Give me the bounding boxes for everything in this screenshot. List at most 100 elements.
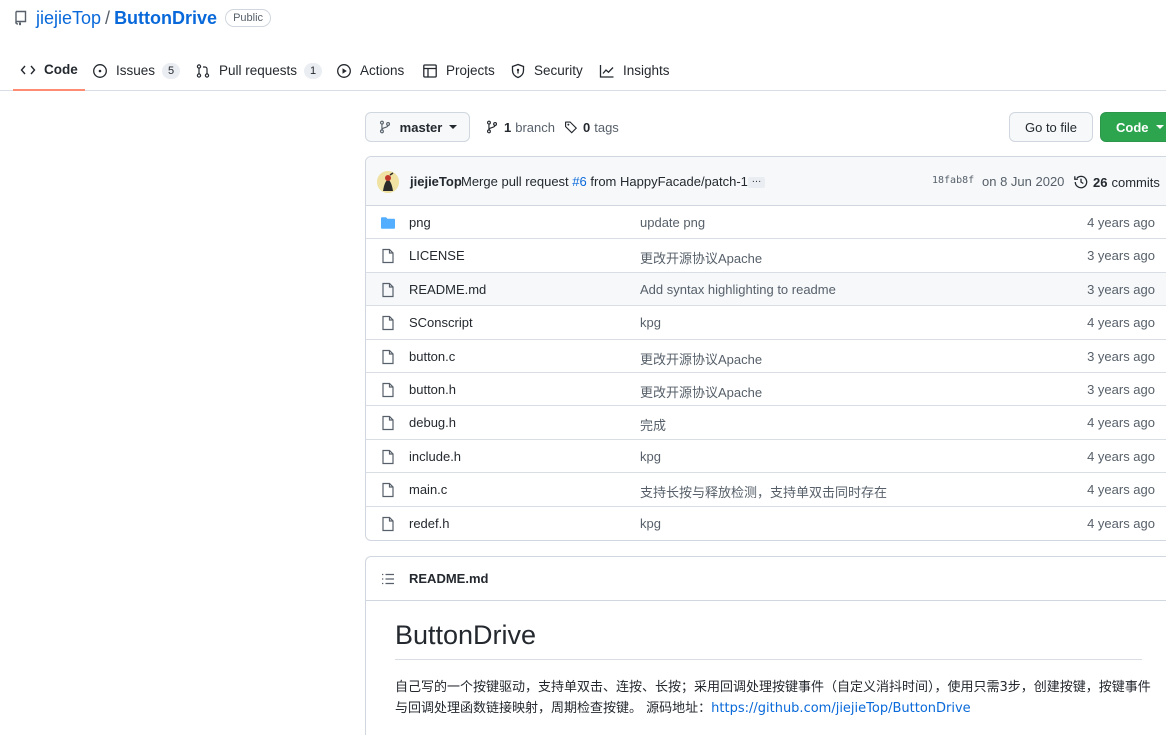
file-icon [382,416,394,431]
repo-nav-tabs: Code Issues 5 Pull requests 1 Actions Pr… [0,50,1166,91]
readme-panel: README.md ButtonDrive 自己写的一个按键驱动，支持单双击、连… [365,556,1166,735]
file-name-link[interactable]: redef.h [409,516,449,531]
tags-link[interactable]: 0 tags [564,118,619,136]
code-button-label: Code [1116,119,1149,135]
file-commit-message[interactable]: kpg [640,449,661,464]
tab-pull-requests[interactable]: Pull requests 1 [195,50,323,91]
avatar[interactable] [377,171,399,193]
file-commit-message[interactable]: 更改开源协议Apache [640,382,762,401]
tab-projects-label: Projects [446,63,495,78]
tab-security[interactable]: Security [510,50,583,91]
file-name-link[interactable]: main.c [409,482,447,497]
file-age: 4 years ago [1087,515,1155,531]
branch-count: 1 [504,119,512,135]
file-row-main-c[interactable]: main.c 支持长按与释放检测，支持单双击同时存在 4 years ago [366,473,1166,507]
latest-commit-bar: jiejieTop Merge pull request #6 from Hap… [366,157,1166,206]
code-download-button[interactable]: Code [1100,112,1166,142]
file-row-debug-h[interactable]: debug.h 完成 4 years ago [366,406,1166,440]
repo-header: jiejieTop / ButtonDrive Public [13,7,272,29]
tag-count: 0 [583,119,591,135]
repo-name-link[interactable]: ButtonDrive [114,8,217,29]
file-commit-message[interactable]: kpg [640,516,661,531]
branches-link[interactable]: 1 branch [485,118,555,136]
tab-insights-label: Insights [623,63,670,78]
file-name-link[interactable]: LICENSE [409,248,465,263]
tab-code[interactable]: Code [13,50,85,91]
visibility-badge: Public [225,9,272,27]
tab-actions[interactable]: Actions [336,50,404,91]
file-row-sconscript[interactable]: SConscript kpg 4 years ago [366,306,1166,340]
folder-icon [381,217,395,229]
file-name-link[interactable]: button.h [409,382,456,397]
file-commit-message[interactable]: 支持长按与释放检测，支持单双击同时存在 [640,482,887,501]
readme-filename: README.md [409,571,489,586]
go-to-file-label: Go to file [1024,119,1078,135]
file-age: 3 years ago [1087,348,1155,364]
file-commit-message[interactable]: update png [640,215,705,230]
tab-actions-label: Actions [360,63,405,78]
expand-commit-message-button[interactable]: … [748,175,765,188]
commits-history-link[interactable]: 26 commits [1073,174,1160,190]
file-icon [382,282,394,297]
commit-pr-link[interactable]: #6 [572,174,586,189]
file-age: 4 years ago [1087,415,1155,431]
file-commit-message[interactable]: kpg [640,315,661,330]
file-name-link[interactable]: SConscript [409,315,473,330]
play-icon [337,63,351,78]
file-icon [382,449,394,464]
repo-separator: / [105,7,111,28]
file-row-png[interactable]: png update png 4 years ago [366,206,1166,240]
file-row-button-h[interactable]: button.h 更改开源协议Apache 3 years ago [366,373,1166,407]
file-commit-message[interactable]: Add syntax highlighting to readme [640,282,836,297]
tab-issues-label: Issues [116,63,156,78]
file-row-redef-h[interactable]: redef.h kpg 4 years ago [366,507,1166,540]
file-commit-message[interactable]: 完成 [640,415,666,434]
commit-message[interactable]: Merge pull request #6 from HappyFacade/p… [461,174,748,189]
file-commit-message[interactable]: 更改开源协议Apache [640,248,762,267]
file-icon [382,316,394,331]
pull-requests-counter: 1 [304,62,323,79]
branch-select-button[interactable]: master [365,112,470,142]
branch-label: branch [515,119,555,135]
go-to-file-button[interactable]: Go to file [1009,112,1093,142]
file-browser: jiejieTop Merge pull request #6 from Hap… [365,156,1166,541]
file-name-link[interactable]: png [409,215,431,230]
file-icon [382,516,394,531]
readme-source-link[interactable]: https://github.com/jiejieTop/ButtonDrive [711,701,971,716]
readme-title: ButtonDrive [395,620,1142,660]
file-name-link[interactable]: debug.h [409,415,456,430]
file-age: 4 years ago [1087,482,1155,498]
file-name-link[interactable]: button.c [409,349,455,364]
commit-sha-link[interactable]: 18fab8f [932,175,974,186]
file-row-license[interactable]: LICENSE 更改开源协议Apache 3 years ago [366,239,1166,273]
tab-pull-requests-label: Pull requests [219,63,298,78]
file-age: 3 years ago [1087,281,1155,297]
repo-icon [13,10,29,26]
tab-projects[interactable]: Projects [422,50,495,91]
file-age: 3 years ago [1087,248,1155,264]
tab-insights[interactable]: Insights [599,50,670,91]
repo-owner-link[interactable]: jiejieTop [36,8,101,29]
file-row-button-c[interactable]: button.c 更改开源协议Apache 3 years ago [366,340,1166,373]
code-icon [20,65,36,74]
tab-issues[interactable]: Issues 5 [92,50,181,91]
tab-code-label: Code [44,62,78,77]
commit-count: 26 [1093,174,1108,190]
tab-security-label: Security [534,63,583,78]
commit-message-post: from HappyFacade/patch-1 [590,174,748,189]
file-row-include-h[interactable]: include.h kpg 4 years ago [366,440,1166,474]
branch-name: master [399,119,443,135]
file-name-link[interactable]: README.md [409,282,486,297]
commit-author-link[interactable]: jiejieTop [410,174,462,189]
list-icon[interactable] [380,571,396,587]
file-row-readme[interactable]: README.md Add syntax highlighting to rea… [366,272,1166,307]
branch-icon [379,120,390,134]
file-name-link[interactable]: include.h [409,449,461,464]
file-commit-message[interactable]: 更改开源协议Apache [640,349,762,368]
commit-count-label: commits [1111,174,1160,190]
issue-icon [93,63,107,78]
tag-icon [565,121,578,134]
tag-label: tags [594,119,619,135]
file-age: 3 years ago [1087,381,1155,397]
readme-body: 自己写的一个按键驱动，支持单双击、连按、长按；采用回调处理按键事件（自定义消抖时… [395,677,1155,719]
